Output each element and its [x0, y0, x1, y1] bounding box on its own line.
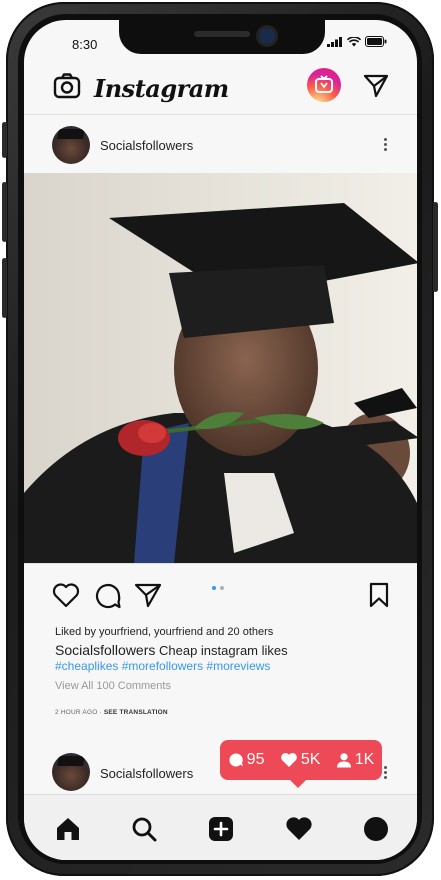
volume-down-button [2, 258, 7, 318]
comments-count: 95 [246, 751, 265, 768]
caption: Socialsfollowers Cheap instagram likes [55, 642, 288, 658]
header-divider [24, 114, 417, 115]
view-comments-link[interactable]: View All 100 Comments [55, 680, 171, 692]
photo-divider [24, 563, 417, 564]
power-button [433, 202, 438, 292]
add-post-icon[interactable] [207, 815, 235, 843]
silent-switch [2, 122, 7, 158]
igtv-icon[interactable] [307, 68, 341, 102]
heart-fill-icon [280, 753, 297, 767]
post-time: 2 HOUR AGO [55, 709, 98, 716]
graduation-photo [24, 173, 417, 563]
post-username[interactable]: Socialsfollowers [100, 138, 193, 153]
post-photo[interactable] [24, 173, 417, 563]
avatar[interactable] [52, 126, 90, 164]
followers-count: 1K [354, 751, 375, 768]
heart-icon[interactable] [52, 582, 80, 608]
hashtags[interactable]: #cheaplikes #morefollowers #moreviews [55, 659, 270, 673]
direct-message-icon[interactable] [363, 73, 389, 99]
status-time: 8:30 [72, 37, 98, 52]
next-post-avatar[interactable] [52, 753, 90, 791]
speaker [194, 31, 250, 37]
see-translation-link[interactable]: SEE TRANSLATION [104, 709, 168, 716]
volume-up-button [2, 182, 7, 242]
signal-icon [327, 36, 342, 47]
comments-count-item: 95 [228, 751, 265, 769]
next-post-username[interactable]: Socialsfollowers [100, 766, 193, 781]
profile-icon[interactable] [362, 815, 390, 843]
user-icon [336, 753, 351, 768]
bottom-navigation [24, 794, 417, 860]
share-icon[interactable] [134, 582, 162, 608]
camera-icon[interactable] [53, 72, 81, 100]
caption-text: Cheap instagram likes [159, 643, 288, 658]
carousel-indicator [212, 586, 224, 590]
next-post-more-icon[interactable] [384, 764, 388, 781]
post-header: Socialsfollowers [24, 118, 417, 170]
search-icon[interactable] [130, 815, 158, 843]
activity-heart-icon[interactable] [285, 815, 313, 843]
status-icons [327, 36, 387, 47]
comment-bubble-icon [229, 753, 243, 767]
comment-icon[interactable] [94, 582, 122, 610]
likes-count-item: 5K [280, 751, 321, 769]
ig-header: Instagram [24, 68, 417, 112]
post-actions [24, 578, 417, 614]
caption-username[interactable]: Socialsfollowers [55, 642, 155, 658]
followers-count-item: 1K [336, 751, 375, 769]
wifi-icon [347, 36, 361, 46]
likes-count: 5K [300, 751, 321, 768]
likes-text[interactable]: Liked by yourfriend, yourfriend and 20 o… [55, 626, 273, 638]
phone-screen: 8:30 Instagram Socialsfollowers Liked by… [24, 20, 417, 860]
carousel-dot-active [212, 586, 216, 590]
more-options-icon[interactable] [384, 136, 388, 153]
carousel-dot [220, 586, 224, 590]
battery-icon [365, 36, 387, 47]
app-logo: Instagram [94, 74, 229, 103]
bookmark-icon[interactable] [368, 582, 390, 608]
home-icon[interactable] [54, 815, 82, 843]
notch [119, 20, 325, 54]
post-meta: 2 HOUR AGO · SEE TRANSLATION [55, 709, 168, 716]
front-camera [259, 28, 275, 44]
activity-notification[interactable]: 95 5K 1K [220, 740, 382, 788]
